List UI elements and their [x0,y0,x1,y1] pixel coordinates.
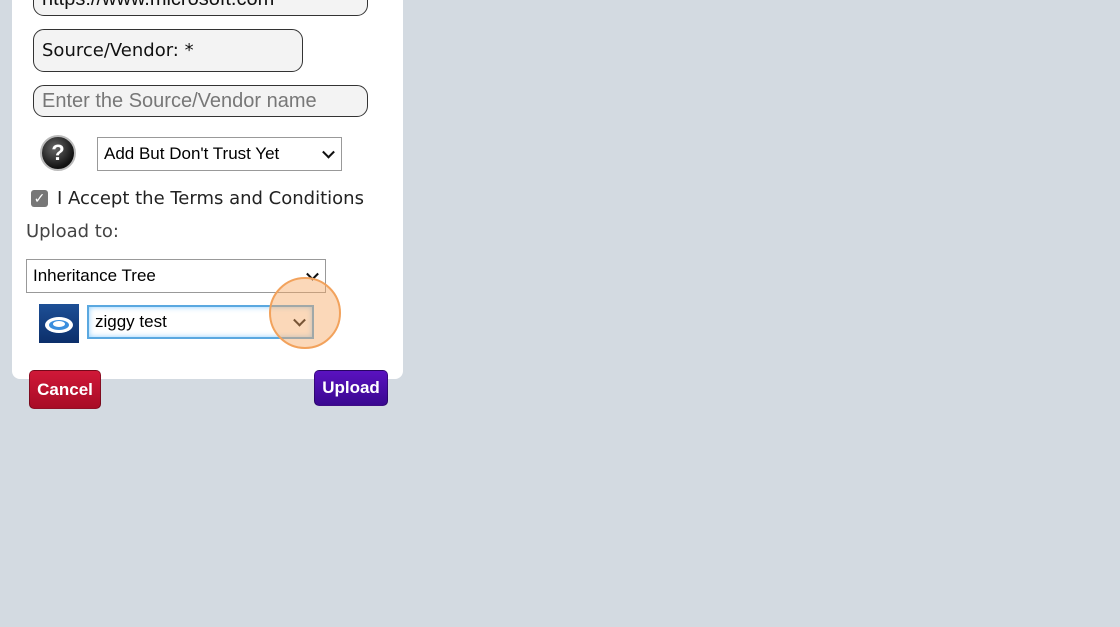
source-vendor-label: Source/Vendor: * [33,29,303,72]
source-vendor-input[interactable] [33,85,368,117]
click-indicator [269,277,341,349]
terms-label: I Accept the Terms and Conditions [57,188,364,209]
help-question-icon[interactable]: ? [40,135,76,171]
url-field[interactable]: https://www.microsoft.com [33,0,368,16]
trust-select-value: Add But Don't Trust Yet [104,144,280,163]
trust-select[interactable]: Add But Don't Trust Yet [97,137,342,171]
url-value: https://www.microsoft.com [42,0,274,11]
upload-button[interactable]: Upload [314,370,388,406]
cancel-button[interactable]: Cancel [29,370,101,409]
tree-select-value: ziggy test [95,312,167,331]
upload-to-label: Upload to: [26,221,119,242]
destination-select-value: Inheritance Tree [33,266,156,285]
chevron-down-icon [322,145,335,159]
source-label-text: Source/Vendor: * [42,40,194,61]
terms-checkbox[interactable]: ✓ [31,190,48,207]
cloud-tree-icon [39,304,79,343]
